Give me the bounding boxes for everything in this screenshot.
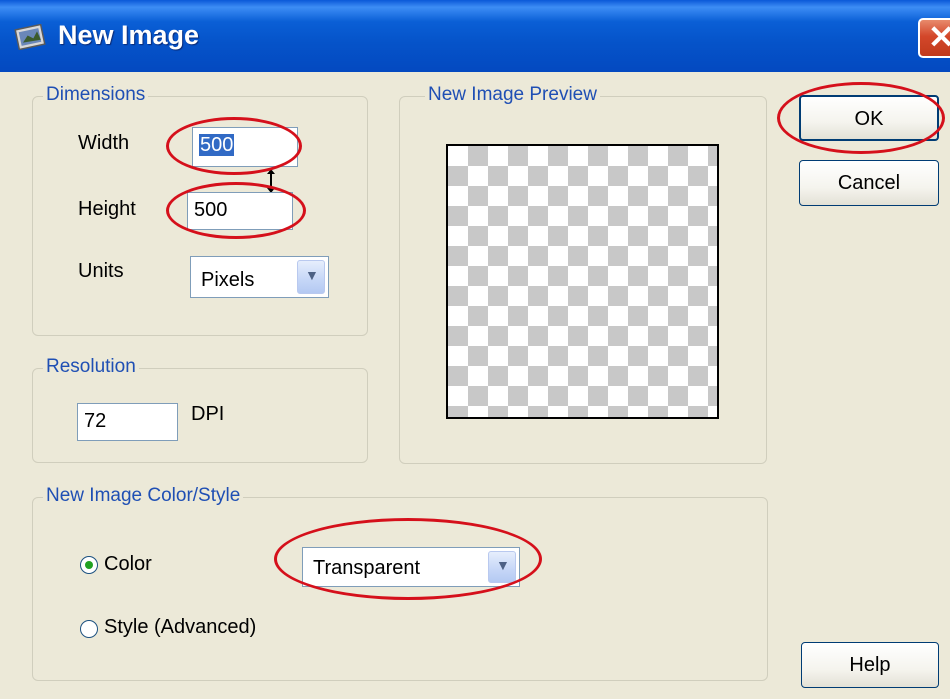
ok-button[interactable]: OK <box>799 95 939 141</box>
help-button[interactable]: Help <box>801 642 939 688</box>
units-value: Pixels <box>201 269 255 291</box>
preview-group-label: New Image Preview <box>425 84 600 106</box>
cancel-button[interactable]: Cancel <box>799 160 939 206</box>
height-value: 500 <box>194 199 228 221</box>
units-dropdown-button[interactable]: ▼ <box>297 260 325 294</box>
close-button[interactable]: ✕ <box>918 18 950 58</box>
window-title: New Image <box>58 20 200 50</box>
cancel-button-label: Cancel <box>837 172 901 194</box>
resolution-unit-label: DPI <box>191 403 225 425</box>
ok-button-label: OK <box>854 108 884 130</box>
paint-shop-icon <box>14 24 46 50</box>
dimensions-group-label: Dimensions <box>43 84 149 106</box>
width-label: Width <box>78 132 130 154</box>
style-radio-label[interactable]: Style (Advanced) <box>104 616 256 639</box>
color-style-group-label: New Image Color/Style <box>43 485 244 507</box>
width-field[interactable]: 500 <box>192 127 298 167</box>
color-radio-label[interactable]: Color <box>104 553 152 576</box>
resize-cursor-icon <box>267 169 275 193</box>
color-style-group <box>32 497 768 681</box>
chevron-down-icon: ▼ <box>305 267 319 283</box>
chevron-down-icon: ▼ <box>496 557 510 573</box>
new-image-dialog: New Image ✕ Dimensions Width 500 Height … <box>0 0 950 699</box>
resolution-group-label: Resolution <box>43 356 139 378</box>
units-select[interactable]: Pixels ▼ <box>190 256 329 298</box>
color-select[interactable]: Transparent ▼ <box>302 547 520 587</box>
units-label: Units <box>78 260 124 282</box>
resolution-value: 72 <box>84 410 107 432</box>
resolution-field[interactable]: 72 <box>77 403 178 441</box>
style-radio[interactable] <box>80 620 98 638</box>
image-preview-canvas <box>446 144 719 419</box>
title-bar[interactable]: New Image ✕ <box>0 0 950 72</box>
help-button-label: Help <box>849 654 891 676</box>
color-value: Transparent <box>313 557 421 579</box>
width-value: 500 <box>199 134 235 156</box>
radio-selected-dot <box>85 561 93 569</box>
height-label: Height <box>78 198 136 220</box>
color-dropdown-button[interactable]: ▼ <box>488 551 516 583</box>
height-field[interactable]: 500 <box>187 192 293 230</box>
close-icon: ✕ <box>928 19 950 55</box>
color-radio[interactable] <box>80 556 98 574</box>
